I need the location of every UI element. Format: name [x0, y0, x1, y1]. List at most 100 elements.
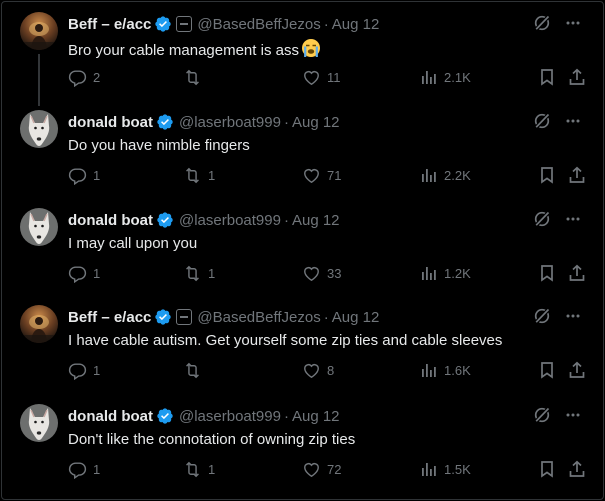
separator: · [323, 15, 329, 33]
retweet-button[interactable]: 1 [183, 460, 215, 479]
bookmark-button[interactable] [538, 68, 556, 86]
share-icon [568, 460, 586, 478]
grok-icon[interactable] [533, 112, 551, 135]
display-name[interactable]: Beff – e/acc [68, 309, 151, 326]
reply-thread: Beff – e/acc @BasedBeffJezos · Aug 12 Br… [1, 1, 604, 500]
bookmark-icon [538, 166, 556, 184]
analytics-icon [420, 166, 438, 184]
display-name[interactable]: donald boat [68, 212, 153, 229]
display-name[interactable]: donald boat [68, 408, 153, 425]
like-button[interactable]: 11 [302, 68, 341, 87]
grok-icon[interactable] [533, 307, 551, 330]
analytics-icon [420, 264, 438, 282]
views-button[interactable]: 1.6K [420, 361, 471, 379]
reply-count: 1 [93, 363, 101, 378]
retweet-icon [183, 264, 202, 283]
user-handle[interactable]: @BasedBeffJezos [197, 309, 320, 326]
emoji [301, 38, 321, 64]
reply-icon [68, 166, 87, 185]
user-handle[interactable]: @laserboat999 [179, 114, 281, 131]
tweet-text-content: I may call upon you [68, 235, 198, 252]
bookmark-button[interactable] [538, 361, 556, 379]
grok-icon[interactable] [533, 210, 551, 233]
affiliation-badge-icon[interactable] [176, 309, 193, 325]
user-handle[interactable]: @laserboat999 [179, 212, 281, 229]
share-button[interactable] [568, 166, 586, 184]
timestamp[interactable]: Aug 12 [332, 16, 380, 33]
view-count: 1.6K [444, 362, 471, 378]
retweet-button[interactable] [183, 361, 208, 380]
reply-count: 1 [93, 462, 101, 477]
reply-button[interactable]: 1 [68, 264, 100, 283]
timestamp[interactable]: Aug 12 [292, 114, 340, 131]
verified-badge-icon [156, 211, 174, 229]
bookmark-button[interactable] [538, 264, 556, 282]
reply-icon [68, 264, 87, 283]
more-options-icon[interactable] [565, 113, 581, 134]
views-button[interactable]: 1.2K [420, 264, 471, 282]
share-button[interactable] [568, 68, 586, 86]
tweet-text-content: I have cable autism. Get yourself some z… [68, 332, 503, 349]
more-options-icon[interactable] [565, 308, 581, 329]
more-options-icon[interactable] [565, 15, 581, 36]
views-button[interactable]: 2.2K [420, 166, 471, 184]
bookmark-icon [538, 264, 556, 282]
like-button[interactable]: 72 [302, 460, 341, 479]
views-button[interactable]: 1.5K [420, 460, 471, 478]
retweet-icon [183, 460, 202, 479]
view-count: 1.2K [444, 265, 471, 281]
retweet-count: 1 [208, 266, 216, 281]
timestamp[interactable]: Aug 12 [332, 309, 380, 326]
retweet-button[interactable] [183, 68, 208, 87]
tweet-top-actions [533, 307, 581, 330]
share-button[interactable] [568, 264, 586, 282]
tweet-text: Bro your cable management is ass [68, 38, 321, 64]
reply-button[interactable]: 1 [68, 166, 100, 185]
views-button[interactable]: 2.1K [420, 68, 471, 86]
display-name[interactable]: donald boat [68, 114, 153, 131]
share-icon [568, 68, 586, 86]
reply-button[interactable]: 1 [68, 460, 100, 479]
beff-avatar[interactable] [20, 12, 58, 50]
tweet-top-actions [533, 210, 581, 233]
user-handle[interactable]: @laserboat999 [179, 408, 281, 425]
separator: · [283, 211, 289, 229]
timestamp[interactable]: Aug 12 [292, 212, 340, 229]
tweet[interactable]: donald boat @laserboat999 · Aug 12 I may… [2, 198, 605, 295]
display-name[interactable]: Beff – e/acc [68, 16, 151, 33]
bookmark-button[interactable] [538, 166, 556, 184]
thread-connector [38, 54, 40, 106]
timestamp[interactable]: Aug 12 [292, 408, 340, 425]
user-handle[interactable]: @BasedBeffJezos [197, 16, 320, 33]
share-button[interactable] [568, 361, 586, 379]
like-button[interactable]: 71 [302, 166, 341, 185]
verified-badge-icon [154, 308, 172, 326]
more-options-icon[interactable] [565, 407, 581, 428]
reply-button[interactable]: 2 [68, 68, 100, 87]
affiliation-badge-icon[interactable] [176, 16, 193, 32]
grok-icon[interactable] [533, 406, 551, 429]
grok-icon[interactable] [533, 14, 551, 37]
more-options-icon[interactable] [565, 211, 581, 232]
retweet-button[interactable]: 1 [183, 166, 215, 185]
share-button[interactable] [568, 460, 586, 478]
tweet[interactable]: donald boat @laserboat999 · Aug 12 Do yo… [2, 100, 605, 197]
tweet-text-content: Do you have nimble fingers [68, 137, 250, 154]
like-button[interactable]: 33 [302, 264, 341, 283]
tweet-top-actions [533, 112, 581, 135]
like-button[interactable]: 8 [302, 361, 334, 380]
beff-avatar[interactable] [20, 305, 58, 343]
verified-badge-icon [154, 15, 172, 33]
bookmark-button[interactable] [538, 460, 556, 478]
tweet[interactable]: Beff – e/acc @BasedBeffJezos · Aug 12 I … [2, 295, 605, 392]
heart-icon [302, 361, 321, 380]
tweet[interactable]: donald boat @laserboat999 · Aug 12 Don't… [2, 394, 605, 491]
reply-count: 1 [93, 266, 101, 281]
dog-avatar[interactable] [20, 404, 58, 442]
tweet[interactable]: Beff – e/acc @BasedBeffJezos · Aug 12 Br… [2, 2, 605, 99]
reply-button[interactable]: 1 [68, 361, 100, 380]
retweet-button[interactable]: 1 [183, 264, 215, 283]
dog-avatar[interactable] [20, 208, 58, 246]
dog-avatar[interactable] [20, 110, 58, 148]
view-count: 1.5K [444, 461, 471, 477]
